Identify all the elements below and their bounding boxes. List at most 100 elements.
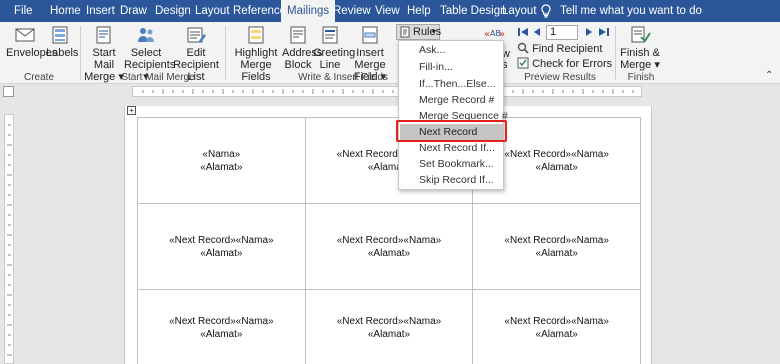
label-cell[interactable]: «Next Record»«Nama» «Alamat» xyxy=(137,203,306,290)
next-record-button[interactable] xyxy=(583,26,595,38)
rules-button[interactable]: Rules ▾ xyxy=(396,24,442,40)
tab-table-design[interactable]: Table Design xyxy=(438,0,508,22)
label-cell[interactable]: «Next Record»«Nama» «Alamat» xyxy=(137,289,306,364)
merge-field-line: «Alamat» xyxy=(200,247,243,259)
table-row: «Next Record»«Nama» «Alamat» «Next Record… xyxy=(137,289,641,364)
record-number-input[interactable]: 1 xyxy=(546,25,578,40)
highlight-merge-fields-button[interactable]: Highlight Merge Fields xyxy=(230,25,282,83)
merge-field-line: «Alamat» xyxy=(535,247,578,259)
tab-view[interactable]: View xyxy=(373,0,402,22)
group-separator xyxy=(225,26,226,80)
menu-item-next-record-if[interactable]: Next Record If... xyxy=(400,140,503,157)
vertical-ruler[interactable] xyxy=(4,114,14,364)
finish-merge-icon xyxy=(631,26,651,43)
svg-text:»: » xyxy=(499,29,505,40)
insert-merge-label: Insert Merge xyxy=(354,47,386,71)
rules-icon xyxy=(400,26,410,38)
menu-item-set-bookmark[interactable]: Set Bookmark... xyxy=(400,156,503,173)
collapse-ribbon-icon[interactable]: ⌃ xyxy=(765,70,773,81)
menu-item-merge-record[interactable]: Merge Record # xyxy=(400,92,503,109)
label-cell[interactable]: «Next Record»«Nama» «Alamat» xyxy=(304,203,474,290)
horizontal-ruler-area xyxy=(0,84,780,98)
block-label: Block xyxy=(284,59,312,71)
check-for-errors-button[interactable]: Check for Errors xyxy=(517,57,612,71)
highlight-annotation-box xyxy=(396,120,507,142)
merge-field-line: «Next Record»«Nama» xyxy=(169,315,274,327)
horizontal-ruler[interactable] xyxy=(132,86,642,97)
envelopes-button[interactable]: Envelopes xyxy=(6,25,57,59)
merge-field-line: «Next Record»«Nama» xyxy=(504,234,609,246)
group-label-start-mail-merge: Start Mail Merge xyxy=(121,72,195,83)
check-errors-icon xyxy=(517,57,529,69)
tab-table-layout[interactable]: Layout xyxy=(500,0,539,22)
first-record-icon xyxy=(518,28,528,36)
merge-field-line: «Alamat» xyxy=(535,161,578,173)
merge-field-line: «Alamat» xyxy=(535,328,578,340)
merge-field-line: «Alamat» xyxy=(367,328,411,340)
group-label-finish: Finish xyxy=(627,72,655,83)
merge-field-line: «Next Record»«Nama» xyxy=(336,315,442,327)
finish-merge-label: Merge xyxy=(620,59,652,71)
merge-field-line: «Next Record»«Nama» xyxy=(504,315,609,327)
labels-table: «Nama» «Alamat» «Next Record»«Nama» «Alama… xyxy=(137,117,641,364)
highlight-fields-icon xyxy=(248,26,264,44)
line-label: Line xyxy=(319,59,341,71)
previous-record-icon xyxy=(534,28,540,36)
tab-help[interactable]: Help xyxy=(405,0,433,22)
group-separator xyxy=(80,26,81,80)
labels-label: Labels xyxy=(46,47,79,59)
rules-dropdown-menu: Ask... Fill-in... If...Then...Else... Me… xyxy=(398,40,508,190)
merge-field-line: «Next Record»«Nama» xyxy=(336,234,442,246)
tab-design[interactable]: Design xyxy=(153,0,193,22)
first-record-button[interactable] xyxy=(517,26,529,38)
labels-icon xyxy=(52,26,68,44)
start-mail-label-1: Start Mail xyxy=(92,47,116,71)
vertical-ruler-ticks xyxy=(7,124,12,356)
label-cell[interactable]: «Nama» «Alamat» xyxy=(137,117,306,204)
table-row: «Next Record»«Nama» «Alamat» «Next Record… xyxy=(137,203,641,290)
table-move-handle[interactable]: + xyxy=(127,106,136,115)
finish-merge-button[interactable]: Finish & Merge ▾ xyxy=(620,25,660,71)
edit-label: Edit xyxy=(186,47,206,59)
tab-insert[interactable]: Insert xyxy=(84,0,117,22)
tab-review[interactable]: Review xyxy=(331,0,373,22)
tab-layout[interactable]: Layout xyxy=(193,0,232,22)
label-cell[interactable]: «Next Record»«Nama» «Alamat» xyxy=(472,203,641,290)
tab-draw[interactable]: Draw xyxy=(118,0,149,22)
tab-selector[interactable] xyxy=(3,86,14,97)
tab-mailings[interactable]: Mailings xyxy=(281,0,336,22)
preview-results-icon: «AB» xyxy=(484,29,505,40)
envelope-icon xyxy=(15,28,35,42)
insert-field-icon xyxy=(362,26,378,44)
people-icon xyxy=(138,28,154,42)
label-cell[interactable]: «Next Record»«Nama» «Alamat» xyxy=(472,289,641,364)
rules-label: Rules xyxy=(413,26,442,38)
group-separator xyxy=(615,26,616,80)
menu-item-ask[interactable]: Ask... xyxy=(400,42,503,59)
select-label: Select xyxy=(130,47,162,59)
edit-list-icon xyxy=(187,27,206,43)
find-recipient-icon xyxy=(517,42,529,54)
tab-home[interactable]: Home xyxy=(48,0,83,22)
label-cell[interactable]: «Next Record»«Nama» «Alamat» xyxy=(304,289,474,364)
previous-record-button[interactable] xyxy=(531,26,543,38)
highlight-label: Highlight xyxy=(234,47,278,59)
greeting-line-icon xyxy=(322,26,338,44)
labels-button[interactable]: Labels xyxy=(46,25,78,59)
group-label-create: Create xyxy=(23,72,54,83)
menu-item-if-then-else[interactable]: If...Then...Else... xyxy=(400,76,503,93)
last-record-button[interactable] xyxy=(598,26,610,38)
menu-item-skip-record-if[interactable]: Skip Record If... xyxy=(400,172,503,189)
tab-file[interactable]: File xyxy=(12,0,35,22)
next-record-icon xyxy=(586,28,592,36)
greeting-line-button[interactable]: Greeting Line xyxy=(313,25,355,71)
address-block-button[interactable]: Address Block xyxy=(282,25,322,71)
menu-item-fill-in[interactable]: Fill-in... xyxy=(400,59,503,76)
recipients-label: Recipients xyxy=(124,59,176,71)
find-recipient-button[interactable]: Find Recipient xyxy=(517,42,602,56)
merge-field-line: «Nama» xyxy=(202,148,241,160)
merge-field-line: «Alamat» xyxy=(200,161,243,173)
merge-fields-label: Merge Fields xyxy=(240,59,272,83)
chevron-down-icon: ▾ xyxy=(432,27,437,36)
merge-field-line: «Alamat» xyxy=(200,328,243,340)
